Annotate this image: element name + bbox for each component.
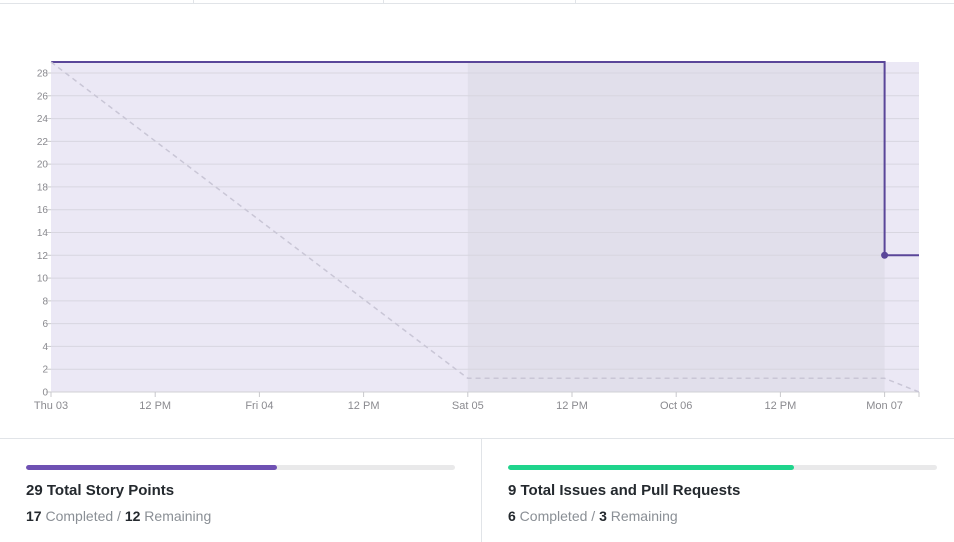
y-tick-label: 20	[37, 160, 49, 171]
issues-progress-track	[508, 465, 937, 470]
remaining-label: Remaining	[606, 508, 678, 524]
x-tick-label: Sat 05	[452, 400, 484, 412]
y-tick-label: 2	[42, 365, 48, 376]
weekend-shade	[467, 62, 885, 392]
x-tick-label: Thu 03	[34, 400, 68, 412]
remaining-count: 3	[599, 508, 607, 524]
story-points-progress-fill	[26, 465, 278, 470]
issues-progress-fill	[508, 465, 795, 470]
y-tick-label: 6	[42, 319, 48, 330]
burndown-chart: 0 2 4 6 8 10 12 14 16 18 20 22 24 26 28 Thu 03 12 PM Fri …	[0, 0, 954, 438]
completed-label: Completed /	[515, 508, 600, 524]
y-tick-label: 24	[37, 114, 49, 125]
y-tick-label: 12	[37, 251, 49, 262]
story-points-progress-track	[26, 465, 455, 470]
completed-count: 6	[508, 508, 516, 524]
issues-card: 9 Total Issues and Pull Requests 6 Compl…	[481, 439, 954, 542]
story-points-title: 29 Total Story Points	[26, 482, 175, 499]
x-tick-label: 12 PM	[139, 400, 171, 412]
y-tick-label: 26	[37, 91, 49, 102]
x-tick-label: Oct 06	[660, 400, 692, 412]
y-tick-label: 28	[37, 69, 49, 80]
issues-summary: 6 Completed / 3 Remaining	[508, 508, 937, 524]
x-tick-label: Fri 04	[245, 400, 273, 412]
y-tick-label: 10	[37, 274, 49, 285]
stats-row: 29 Total Story Points 17 Completed / 12 …	[0, 438, 954, 542]
y-tick-label: 8	[42, 296, 48, 307]
story-points-card: 29 Total Story Points 17 Completed / 12 …	[0, 439, 481, 542]
remaining-label: Remaining	[140, 508, 212, 524]
story-points-summary: 17 Completed / 12 Remaining	[26, 508, 455, 524]
data-point	[881, 251, 889, 259]
completed-label: Completed /	[41, 508, 125, 524]
y-tick-label: 18	[37, 182, 49, 193]
issues-title: 9 Total Issues and Pull Requests	[508, 482, 741, 499]
x-tick-label: Mon 07	[866, 400, 903, 412]
burndown-chart-svg: 0246810121416182022242628Thu 03 12 PM Fri …	[34, 61, 920, 412]
y-tick-label: 0	[42, 388, 48, 399]
y-tick-label: 22	[37, 137, 49, 148]
x-tick-label: 12 PM	[765, 400, 797, 412]
completed-count: 17	[26, 508, 42, 524]
x-tick-label: 12 PM	[556, 400, 588, 412]
x-tick-label: 12 PM	[348, 400, 380, 412]
y-tick-label: 4	[42, 342, 48, 353]
remaining-count: 12	[124, 508, 141, 524]
y-tick-label: 16	[37, 205, 49, 216]
y-tick-label: 14	[37, 228, 49, 239]
